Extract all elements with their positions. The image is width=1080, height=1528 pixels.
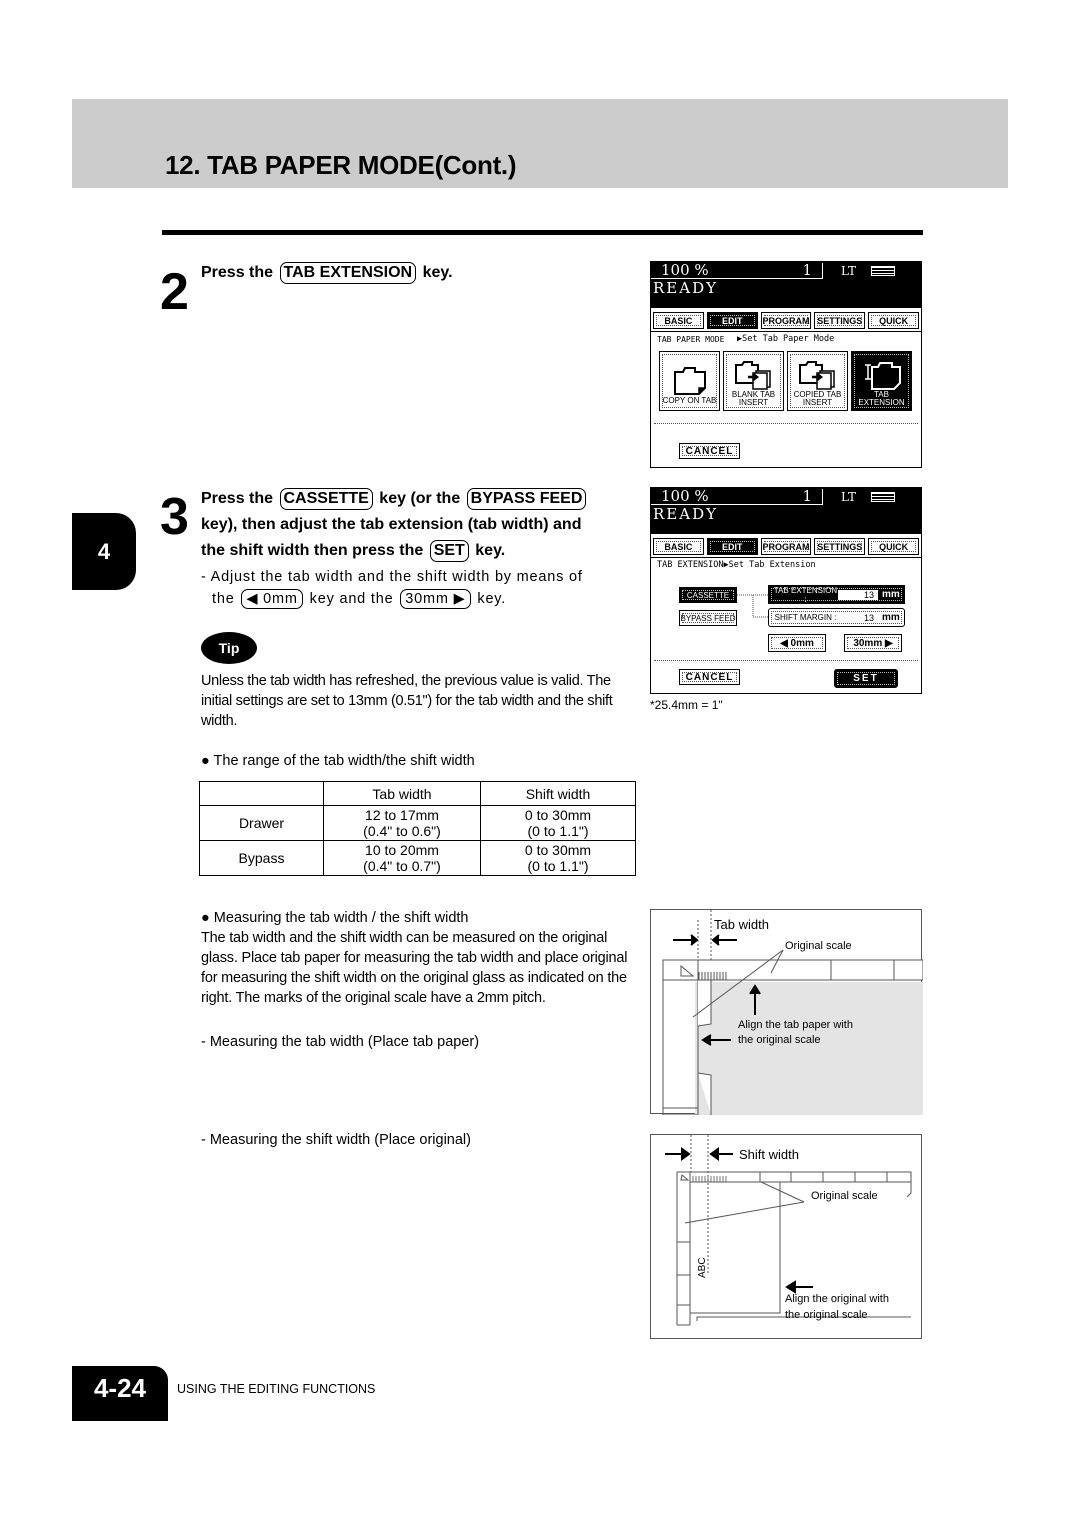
unit-mm: mm <box>882 612 900 623</box>
divider <box>654 660 918 661</box>
measuring-text: The tab width and the shift width can be… <box>201 930 628 1006</box>
table-header-row: Tab width Shift width <box>199 781 636 806</box>
cassette-button[interactable]: CASSETTE <box>679 587 737 603</box>
shift-width-caption: - Measuring the shift width (Place origi… <box>201 1132 471 1148</box>
cassette-key-ref: CASSETTE <box>279 488 373 510</box>
mode-tabs: BASIC EDIT PROGRAM SETTINGS QUICK <box>651 534 921 558</box>
bullet-icon: ● <box>201 910 210 926</box>
copy-count: 1 <box>802 261 812 279</box>
increase-30mm-button[interactable]: 30mm ▶ <box>844 634 902 652</box>
tab-program[interactable]: PROGRAM <box>760 538 812 555</box>
tab-settings[interactable]: SETTINGS <box>814 312 866 329</box>
tab-width-caption: - Measuring the tab width (Place tab pap… <box>201 1034 480 1050</box>
align-instruction: Align the tab paper with the original sc… <box>738 1019 853 1046</box>
step-2-prefix: Press the <box>201 264 274 281</box>
section-name: USING THE EDITING FUNCTIONS <box>177 1382 376 1396</box>
tab-edit[interactable]: EDIT <box>706 312 758 329</box>
mode-tabs: BASIC EDIT PROGRAM SETTINGS QUICK <box>651 308 921 332</box>
tab-quick[interactable]: QUICK <box>868 538 919 555</box>
status-text: READY <box>653 279 719 297</box>
tab-width-diagram: Tab width Original scale Align the tab p… <box>650 909 923 1115</box>
status-text: READY <box>653 505 719 523</box>
tab-settings[interactable]: SETTINGS <box>814 538 866 555</box>
tip-text: Unless the tab width has refreshed, the … <box>201 673 613 729</box>
zoom-readout: 100 % 1 <box>651 263 823 279</box>
tab-width-label: Tab width <box>714 917 769 932</box>
blank-insert-icon <box>734 361 771 390</box>
unit-mm: mm <box>882 589 900 600</box>
breadcrumb-right: ▶Set Tab Paper Mode <box>737 334 835 344</box>
step-2-number: 2 <box>160 263 189 321</box>
set-button[interactable]: SET <box>834 669 898 688</box>
divider <box>654 423 918 424</box>
copy-count: 1 <box>802 487 812 505</box>
original-scale-label: Original scale <box>785 940 852 952</box>
bullet-icon: ● <box>201 753 210 769</box>
sample-original-text: ABC <box>697 1257 708 1278</box>
paper-size: LT <box>841 490 856 504</box>
tip-badge: Tip <box>201 632 257 664</box>
tab-extension-field[interactable]: TAB EXTENSION : 13 mm <box>768 585 905 604</box>
tab-extension-key-ref: TAB EXTENSION <box>279 262 417 284</box>
tab-basic[interactable]: BASIC <box>653 312 704 329</box>
section-rule <box>162 230 923 235</box>
page-number: 4-24 <box>72 1366 168 1421</box>
tab-extension-button[interactable]: TAB EXTENSION <box>851 351 912 411</box>
page-title: 12. TAB PAPER MODE(Cont.) <box>165 150 517 180</box>
original-scale-label: Original scale <box>811 1190 878 1202</box>
blank-tab-insert-button[interactable]: BLANK TAB INSERT <box>723 351 784 411</box>
bypass-feed-button[interactable]: BYPASS FEED <box>679 610 737 626</box>
step-3-detail: - Adjust the tab width and the shift wid… <box>201 569 583 609</box>
unit-conversion-note: *25.4mm = 1" <box>650 698 723 712</box>
shift-width-diagram: Shift width Original scale Align the ori… <box>650 1134 922 1339</box>
copy-on-tab-button[interactable]: COPY ON TAB <box>659 351 720 411</box>
paper-size: LT <box>841 264 856 278</box>
shift-width-label: Shift width <box>739 1147 799 1162</box>
range-table: Tab width Shift width Drawer 12 to 17mm(… <box>199 781 636 876</box>
decrease-0mm-button[interactable]: ◀ 0mm <box>768 634 826 652</box>
control-panel-screen-tab-paper-mode: 100 % 1 LT READY BASIC EDIT PROGRAM SETTI… <box>650 261 922 468</box>
shift-margin-field[interactable]: SHIFT MARGIN : 13 mm <box>768 608 905 627</box>
connector-lines <box>737 594 768 618</box>
tab-program[interactable]: PROGRAM <box>760 312 812 329</box>
breadcrumb-left: TAB PAPER MODE <box>657 335 725 344</box>
paper-tray-icon <box>871 266 895 276</box>
breadcrumb: TAB EXTENSION▶Set Tab Extension <box>657 560 816 570</box>
copied-insert-icon <box>798 361 835 390</box>
zoom-readout: 100 % 1 <box>651 489 823 505</box>
status-bar: 100 % 1 LT READY <box>651 262 921 308</box>
increase-key-ref: 30mm ▶ <box>400 589 471 609</box>
measuring-heading: ● Measuring the tab width / the shift wi… <box>201 910 469 926</box>
step-3-number: 3 <box>160 488 189 546</box>
breadcrumb: TAB PAPER MODE ▶Set Tab Paper Mode <box>651 332 921 347</box>
decrease-key-ref: ◀ 0mm <box>241 589 303 609</box>
bypass-feed-key-ref: BYPASS FEED <box>466 488 587 510</box>
control-panel-screen-tab-extension: 100 % 1 LT READY BASIC EDIT PROGRAM SETTI… <box>650 487 922 694</box>
tab-edit[interactable]: EDIT <box>706 538 758 555</box>
cancel-button[interactable]: CANCEL <box>679 443 740 459</box>
range-heading: ● The range of the tab width/the shift w… <box>201 753 475 769</box>
step-2-suffix: key. <box>422 264 453 281</box>
tab-mode-options: COPY ON TAB BLANK TAB INSERT COPIED TAB … <box>651 347 921 411</box>
status-bar: 100 % 1 LT READY <box>651 488 921 534</box>
tab-quick[interactable]: QUICK <box>868 312 919 329</box>
paper-tray-icon <box>871 492 895 502</box>
set-key-ref: SET <box>429 540 469 562</box>
folder-tab-icon <box>673 367 706 395</box>
tab-basic[interactable]: BASIC <box>653 538 704 555</box>
table-row: Bypass 10 to 20mm (0.4" to 0.7") 0 to 30m… <box>199 840 636 876</box>
shift-margin-value: 13 <box>863 612 874 623</box>
chapter-tab: 4 <box>72 513 136 590</box>
table-row: Drawer 12 to 17mm (0.4" to 0.6") 0 to 30m… <box>199 805 636 841</box>
step-2-instruction: Press the TAB EXTENSION key. <box>201 260 453 286</box>
tab-extension-value: 13 <box>838 589 878 600</box>
align-instruction: Align the original with the original sca… <box>785 1293 889 1321</box>
cancel-button[interactable]: CANCEL <box>679 669 740 685</box>
copied-tab-insert-button[interactable]: COPIED TAB INSERT <box>787 351 848 411</box>
tab-extension-icon <box>864 362 901 390</box>
step-3-instruction: Press the CASSETTE key (or the BYPASS FE… <box>201 486 641 564</box>
